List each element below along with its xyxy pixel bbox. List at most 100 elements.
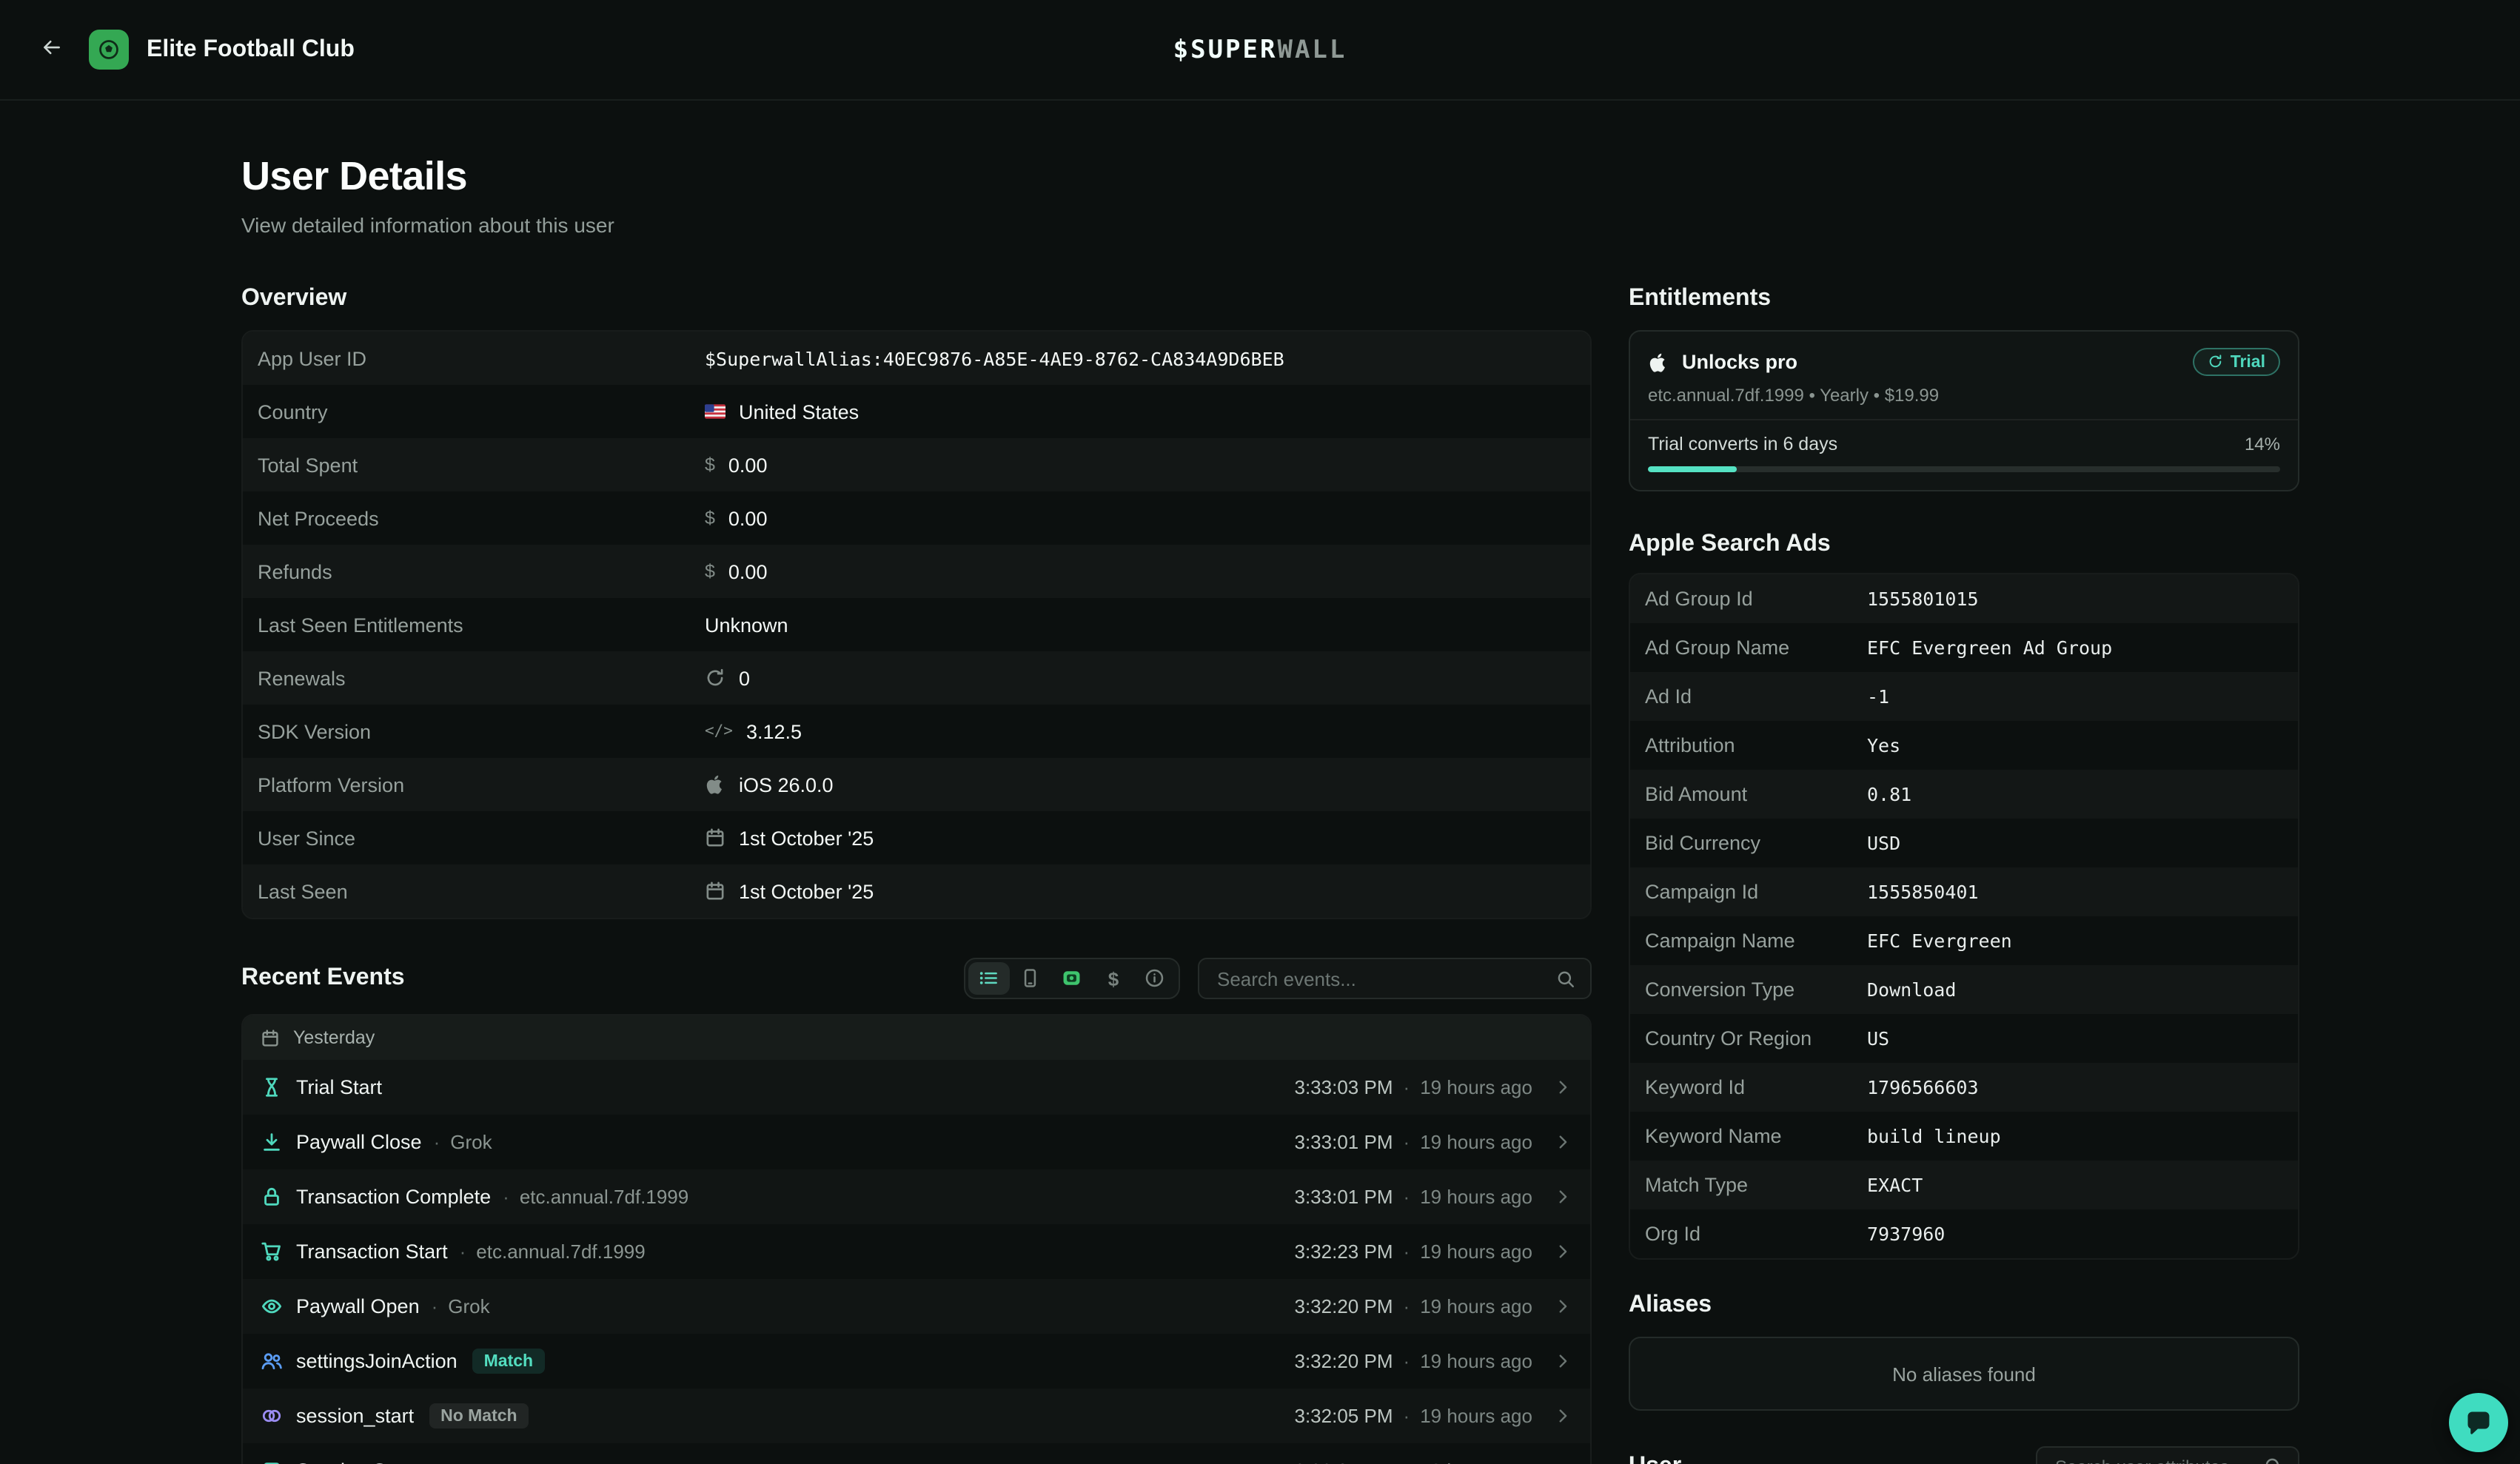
search-icon — [1556, 969, 1575, 988]
event-title: Transaction Complete — [296, 1186, 491, 1208]
event-row[interactable]: Trial Start 3:33:03 PM · 19 hours ago — [243, 1060, 1590, 1115]
event-row[interactable]: Transaction Start ·etc.annual.7df.1999 3… — [243, 1224, 1590, 1279]
table-row: Campaign Id 1555850401 — [1630, 867, 2298, 916]
table-row: User Since 1st October '25 — [243, 811, 1590, 864]
event-time: 3:33:01 PM · 19 hours ago — [1295, 1131, 1533, 1153]
row-value: EFC Evergreen — [1867, 930, 2012, 952]
row-value: $ 0.00 — [705, 560, 767, 582]
money-icon — [1062, 969, 1082, 989]
club-logo — [89, 30, 129, 70]
filter-info-button[interactable] — [1134, 962, 1176, 995]
row-label: Bid Amount — [1645, 783, 1867, 805]
user-attributes-search — [2036, 1446, 2299, 1464]
event-row[interactable]: session_start No Match 3:32:05 PM · 19 h… — [243, 1389, 1590, 1443]
row-value: Unknown — [705, 614, 788, 636]
row-label: Keyword Name — [1645, 1125, 1867, 1147]
events-list: Yesterday Trial Start 3:33:03 PM — [241, 1014, 1592, 1464]
aliases-heading: Aliases — [1629, 1292, 2299, 1319]
user-heading: User — [1629, 1453, 1681, 1464]
table-row: Net Proceeds $ 0.00 — [243, 491, 1590, 545]
left-column: Overview App User ID $SuperwallAlias:40E… — [241, 286, 1592, 1464]
filter-all-button[interactable] — [968, 962, 1010, 995]
event-row[interactable]: settingsJoinAction Match 3:32:20 PM · 19… — [243, 1334, 1590, 1389]
event-match-badge: Match — [472, 1349, 545, 1374]
event-title: session_start — [296, 1405, 414, 1427]
event-subtitle: ·etc.annual.7df.1999 — [503, 1186, 688, 1208]
event-row[interactable]: Transaction Complete ·etc.annual.7df.199… — [243, 1169, 1590, 1224]
row-value: 1555801015 — [1867, 588, 1979, 610]
phone-icon — [1021, 969, 1041, 989]
table-row: Keyword Name build lineup — [1630, 1112, 2298, 1161]
event-filter-group: $ — [964, 958, 1180, 999]
events-search-input[interactable] — [1214, 966, 1556, 991]
table-row: Country Or Region US — [1630, 1014, 2298, 1063]
chat-button[interactable] — [2449, 1393, 2508, 1452]
row-label: Bid Currency — [1645, 832, 1867, 854]
soccer-club-icon — [96, 37, 121, 62]
dollar-icon: $ — [705, 508, 715, 528]
row-value: build lineup — [1867, 1125, 2001, 1147]
event-match-badge: No Match — [429, 1403, 529, 1428]
trial-progress-fill — [1648, 466, 1737, 472]
entitlement-name: Unlocks pro — [1682, 351, 1797, 373]
event-time: 3:33:01 PM · 19 hours ago — [1295, 1186, 1533, 1208]
calendar-icon — [261, 1028, 280, 1047]
event-subtitle: ·Grok — [432, 1295, 490, 1317]
row-label: Match Type — [1645, 1174, 1867, 1196]
dollar-icon: $ — [705, 454, 715, 475]
events-group-label: Yesterday — [293, 1027, 375, 1048]
row-label: Campaign Name — [1645, 930, 1867, 952]
chevron-right-icon — [1553, 1351, 1572, 1371]
row-label: Refunds — [258, 560, 705, 582]
filter-device-button[interactable] — [1010, 962, 1051, 995]
event-row[interactable]: Session Start 3:32:05 PM · 19 hours ago — [243, 1443, 1590, 1464]
logo-primary: $SUPER — [1173, 35, 1278, 64]
row-label: Conversion Type — [1645, 978, 1867, 1001]
row-value: EXACT — [1867, 1174, 1923, 1196]
event-row[interactable]: Paywall Close ·Grok 3:33:01 PM · 19 hour… — [243, 1115, 1590, 1169]
row-label: Attribution — [1645, 734, 1867, 756]
square-icon — [261, 1460, 296, 1464]
apple-icon — [1648, 352, 1669, 372]
cart-icon — [261, 1240, 296, 1263]
aliases-empty-state: No aliases found — [1629, 1337, 2299, 1411]
event-row[interactable]: Paywall Open ·Grok 3:32:20 PM · 19 hours… — [243, 1279, 1590, 1334]
table-row: Match Type EXACT — [1630, 1161, 2298, 1209]
row-label: Net Proceeds — [258, 507, 705, 529]
table-row: Bid Amount 0.81 — [1630, 770, 2298, 819]
filter-transactions-button[interactable]: $ — [1093, 962, 1134, 995]
table-row: Platform Version iOS 26.0.0 — [243, 758, 1590, 811]
chevron-right-icon — [1553, 1242, 1572, 1261]
logo-secondary: WALL — [1277, 35, 1347, 64]
user-details-page: Elite Football Club $SUPERWALL User Deta… — [0, 0, 2520, 1464]
refresh-icon — [2208, 355, 2223, 370]
loop-icon — [261, 1405, 296, 1427]
apple-icon — [705, 774, 725, 795]
row-value: $ 0.00 — [705, 454, 767, 476]
event-time: 3:32:05 PM · 19 hours ago — [1295, 1405, 1533, 1427]
recent-events-heading: Recent Events — [241, 965, 405, 992]
row-label: Platform Version — [258, 773, 705, 796]
event-title: Transaction Start — [296, 1240, 448, 1263]
eye-icon — [261, 1295, 296, 1317]
row-value: 1555850401 — [1867, 881, 1979, 903]
info-icon — [1145, 969, 1165, 989]
chat-icon — [2464, 1408, 2493, 1437]
row-label: Last Seen — [258, 880, 705, 902]
apple-search-ads-heading: Apple Search Ads — [1629, 531, 2299, 558]
row-value: 1796566603 — [1867, 1076, 1979, 1098]
chevron-right-icon — [1553, 1078, 1572, 1097]
row-value: $ 0.00 — [705, 507, 767, 529]
hourglass-icon — [261, 1076, 296, 1098]
event-title: Trial Start — [296, 1076, 382, 1098]
table-row: Last Seen 1st October '25 — [243, 864, 1590, 918]
lock-icon — [261, 1186, 296, 1208]
entitlement-card: Unlocks pro Trial etc.annual.7df.1999 • … — [1629, 330, 2299, 491]
table-row: Ad Group Id 1555801015 — [1630, 574, 2298, 623]
row-value: 1st October '25 — [705, 827, 874, 849]
user-attributes-search-input[interactable] — [2052, 1454, 2264, 1464]
back-button[interactable] — [36, 31, 68, 68]
row-value: -1 — [1867, 685, 1889, 708]
event-title: Paywall Open — [296, 1295, 420, 1317]
filter-superwall-button[interactable] — [1051, 962, 1093, 995]
